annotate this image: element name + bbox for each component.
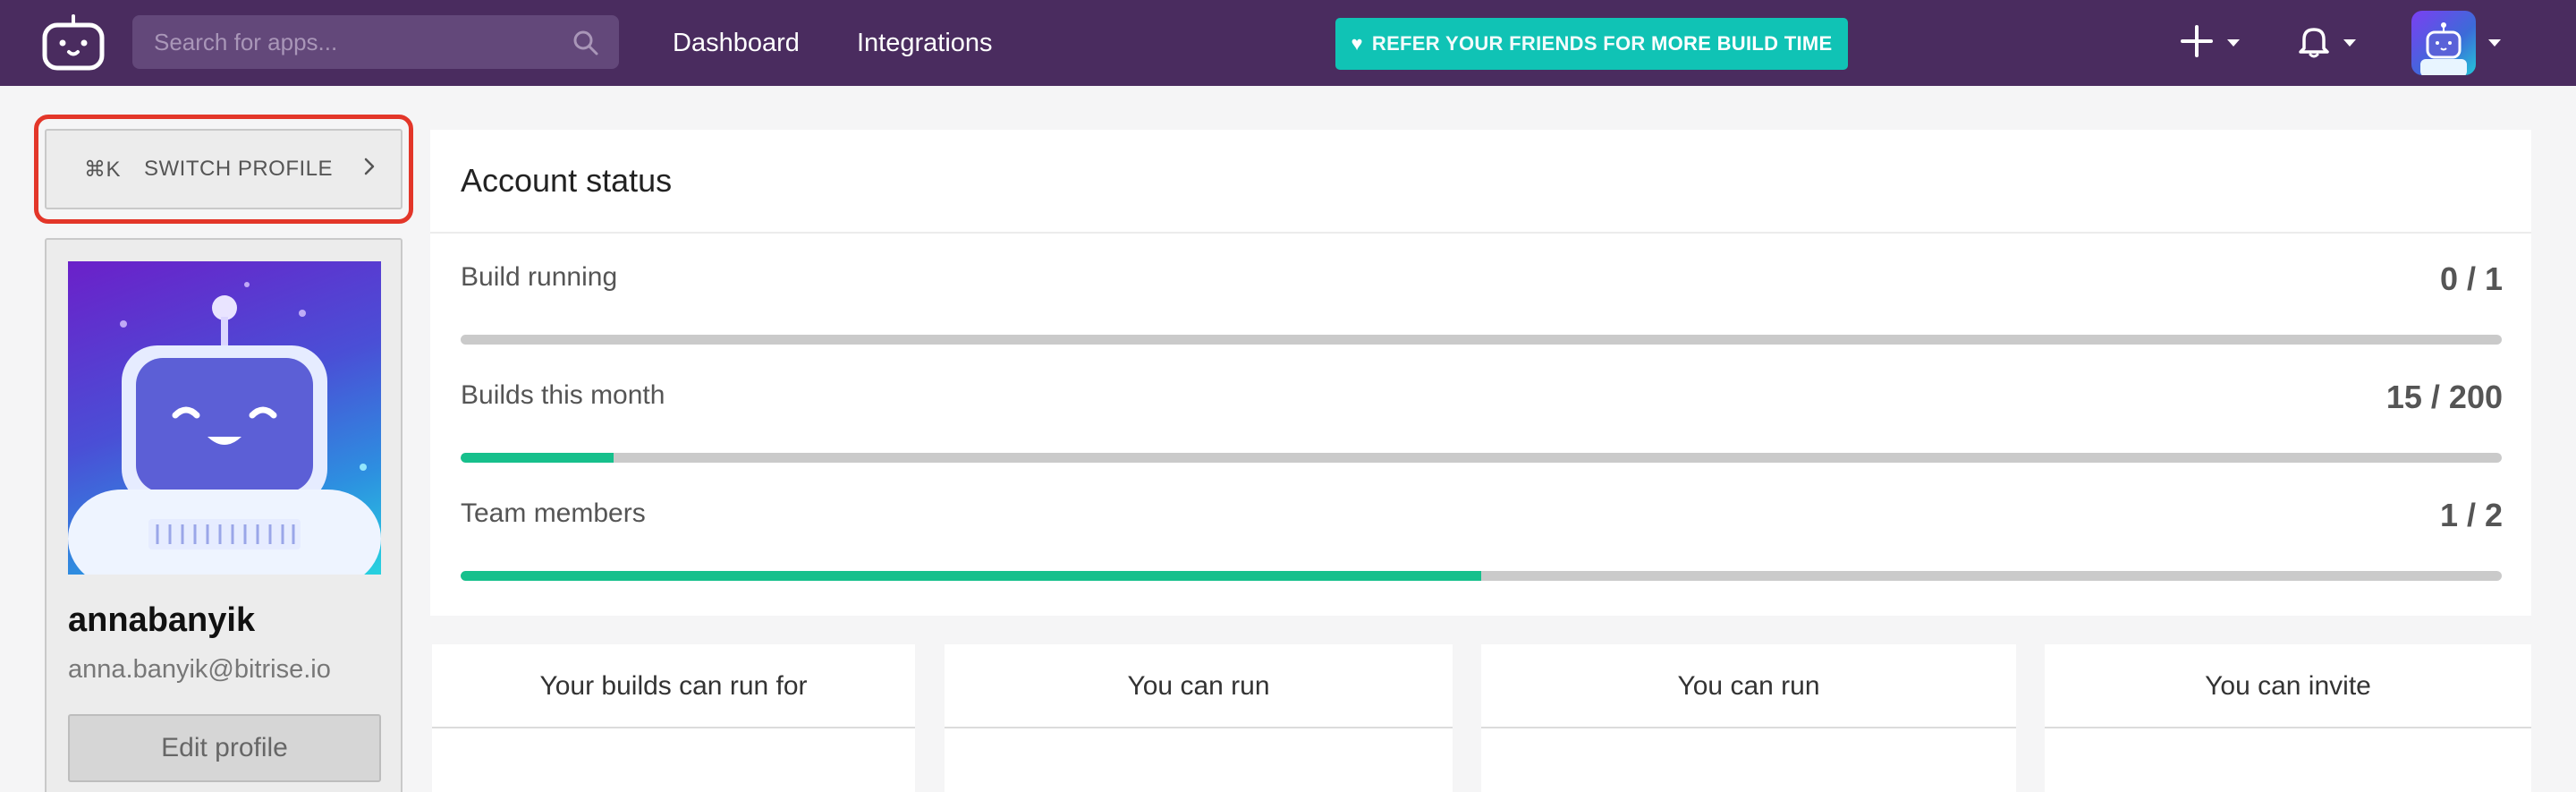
profile-avatar-image bbox=[68, 261, 381, 575]
nav-link-integrations[interactable]: Integrations bbox=[857, 0, 993, 86]
progress-bar-builds-this-month bbox=[461, 453, 2502, 463]
refer-friends-button[interactable]: ♥ REFER YOUR FRIENDS FOR MORE BUILD TIME bbox=[1335, 18, 1848, 70]
divider bbox=[945, 727, 1453, 728]
profile-card: annabanyik anna.banyik@bitrise.io Edit p… bbox=[45, 238, 402, 792]
search-input[interactable]: Search for apps... bbox=[132, 15, 619, 69]
bitrise-logo-icon[interactable] bbox=[39, 13, 107, 72]
info-card-title: You can invite bbox=[2205, 671, 2371, 701]
divider bbox=[432, 727, 915, 728]
chevron-down-icon bbox=[2488, 39, 2501, 47]
avatar bbox=[2411, 11, 2476, 75]
account-status-title: Account status bbox=[461, 162, 673, 199]
user-menu-button[interactable] bbox=[2411, 11, 2501, 75]
progress-bar-build-running bbox=[461, 335, 2502, 345]
progress-fill-builds-this-month bbox=[461, 453, 614, 463]
chevron-down-icon bbox=[2343, 39, 2356, 47]
info-card-title: You can run bbox=[1677, 671, 1820, 701]
chevron-down-icon bbox=[2227, 39, 2240, 47]
info-card-title: You can run bbox=[1127, 671, 1270, 701]
metric-label-builds-this-month: Builds this month bbox=[461, 380, 665, 410]
search-placeholder: Search for apps... bbox=[154, 29, 338, 55]
account-status-card: Account status Build running 0 / 1 Build… bbox=[430, 130, 2531, 616]
profile-email: anna.banyik@bitrise.io bbox=[68, 655, 331, 684]
metric-value-team-members: 1 / 2 bbox=[2439, 497, 2503, 533]
profile-username: annabanyik bbox=[68, 601, 256, 639]
metric-value-builds-this-month: 15 / 200 bbox=[2385, 379, 2503, 415]
metric-label-team-members: Team members bbox=[461, 498, 646, 528]
switch-profile-button[interactable]: ⌘K SWITCH PROFILE bbox=[45, 129, 402, 209]
metric-value-build-running: 0 / 1 bbox=[2439, 260, 2503, 297]
metric-label-build-running: Build running bbox=[461, 262, 618, 292]
divider bbox=[2045, 727, 2531, 728]
chevron-right-icon bbox=[363, 157, 376, 183]
divider bbox=[430, 232, 2531, 234]
divider bbox=[1481, 727, 2016, 728]
keyboard-shortcut: ⌘K bbox=[84, 157, 122, 182]
info-card-title: Your builds can run for bbox=[539, 671, 808, 701]
notifications-button[interactable] bbox=[2297, 16, 2356, 70]
add-menu-button[interactable] bbox=[2179, 16, 2240, 70]
info-card-team-invites: You can invite bbox=[2045, 644, 2531, 792]
progress-fill-team-members bbox=[461, 571, 1481, 581]
top-navigation-bar: Search for apps... Dashboard Integration… bbox=[0, 0, 2576, 86]
heart-icon: ♥ bbox=[1351, 32, 1363, 55]
refer-text: REFER YOUR FRIENDS FOR MORE BUILD TIME bbox=[1371, 32, 1833, 55]
plus-icon bbox=[2179, 23, 2215, 64]
bell-icon bbox=[2297, 23, 2331, 64]
switch-profile-label: SWITCH PROFILE bbox=[144, 157, 334, 181]
info-card-concurrent-builds: You can run bbox=[945, 644, 1453, 792]
edit-profile-button[interactable]: Edit profile bbox=[68, 714, 381, 782]
info-card-monthly-builds: You can run bbox=[1481, 644, 2016, 792]
info-card-build-duration: Your builds can run for bbox=[432, 644, 915, 792]
progress-bar-team-members bbox=[461, 571, 2502, 581]
search-icon[interactable] bbox=[572, 30, 599, 56]
nav-link-dashboard[interactable]: Dashboard bbox=[673, 0, 800, 86]
